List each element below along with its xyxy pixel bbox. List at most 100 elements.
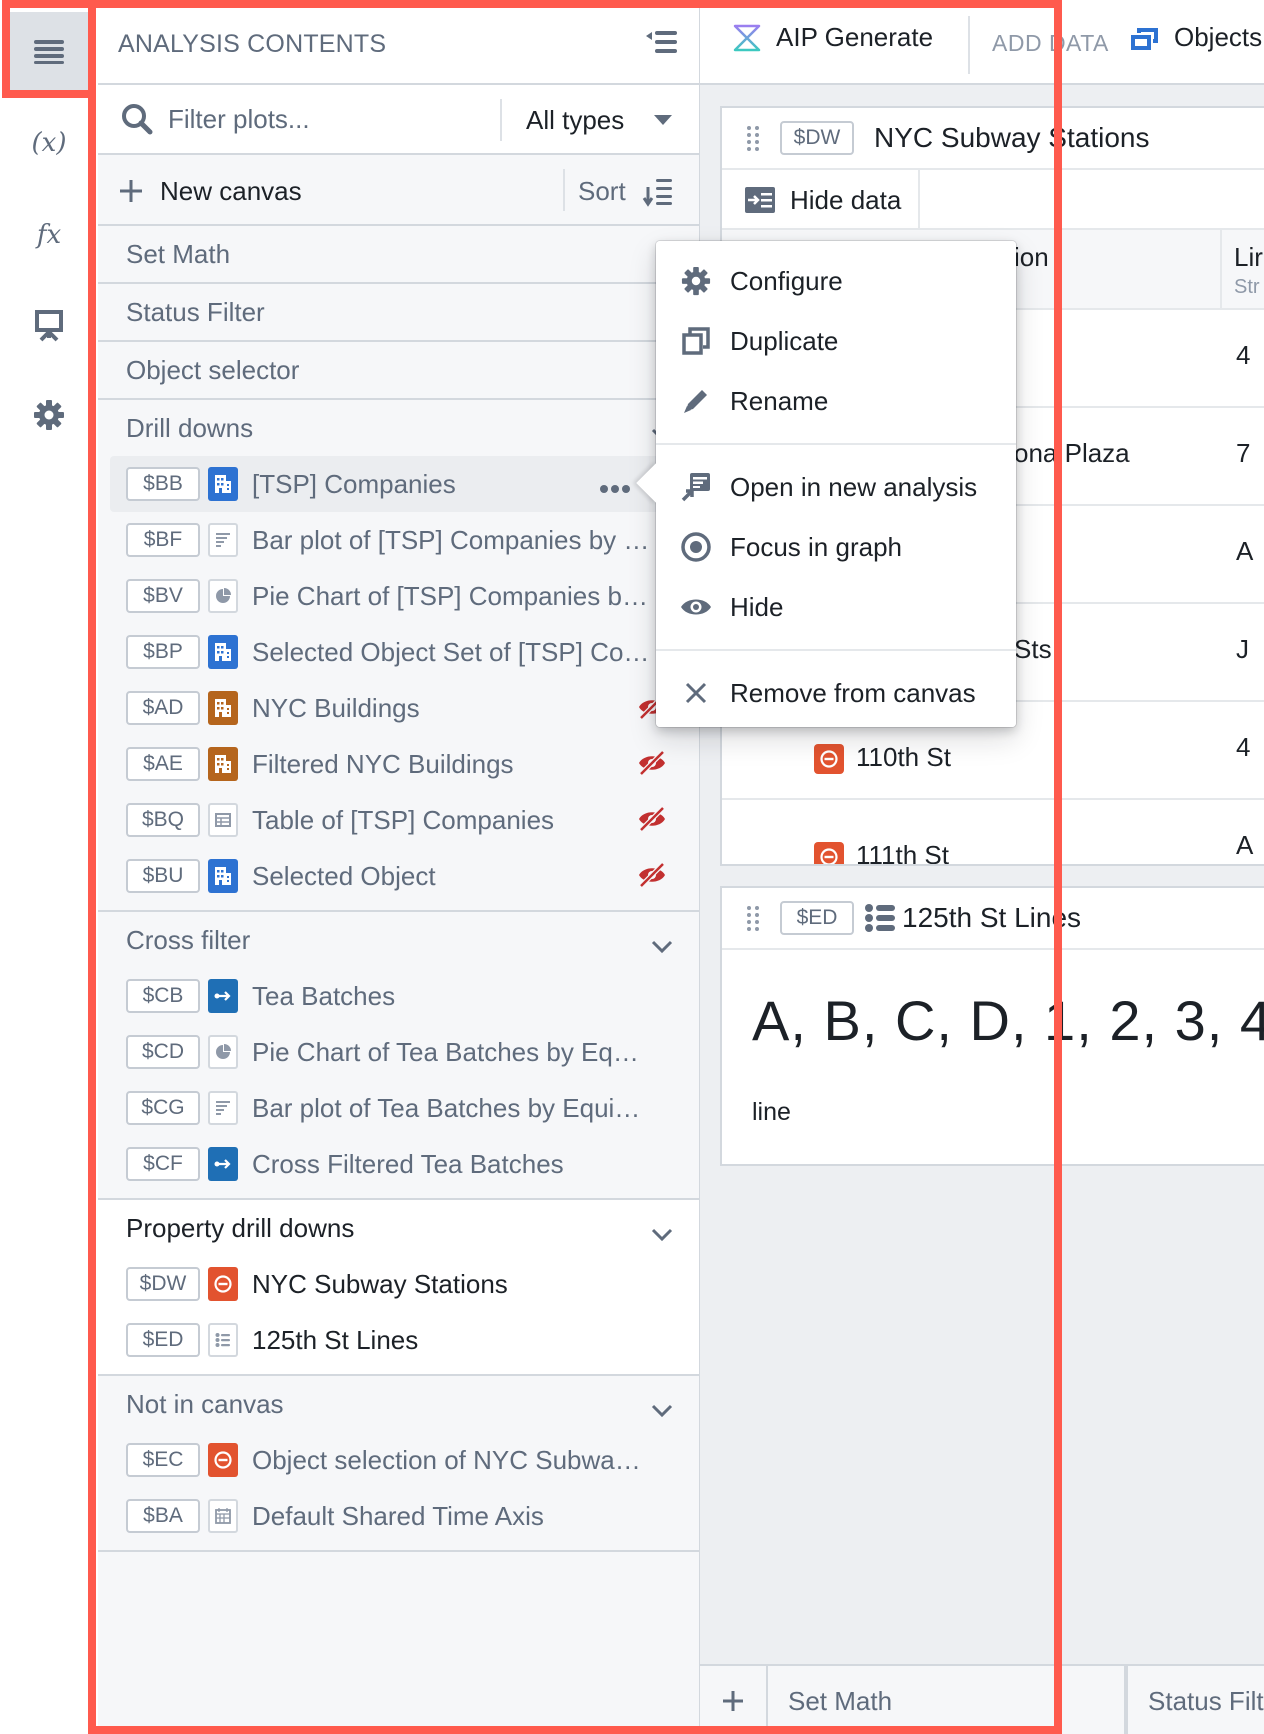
- subway-station-icon: [208, 1443, 238, 1477]
- item-label: Filtered NYC Buildings: [252, 748, 514, 779]
- collapse-panel-button[interactable]: [645, 28, 679, 61]
- drag-handle-icon[interactable]: [746, 905, 760, 931]
- more-horizontal-icon[interactable]: [599, 484, 631, 494]
- filter-plots-input[interactable]: [168, 97, 488, 141]
- variables-button[interactable]: (x): [10, 104, 88, 182]
- chevron-down-icon[interactable]: [651, 1404, 673, 1418]
- section-header[interactable]: Set Math: [98, 226, 699, 282]
- section-header[interactable]: Not in canvas: [98, 1376, 699, 1432]
- list-item[interactable]: $AD NYC Buildings: [110, 680, 687, 736]
- list-item[interactable]: $CD Pie Chart of Tea Batches by Equi…: [110, 1024, 687, 1080]
- list-item[interactable]: $CF Cross Filtered Tea Batches: [110, 1136, 687, 1192]
- drag-handle-icon[interactable]: [746, 125, 760, 151]
- eye-off-icon[interactable]: [637, 750, 667, 783]
- link-arrow-icon: [208, 1147, 238, 1181]
- menu-item-focus-in-graph[interactable]: Focus in graph: [656, 517, 1016, 577]
- aip-generate-button[interactable]: AIP Generate: [732, 22, 933, 53]
- object-set-icon: [208, 859, 238, 893]
- section-title: Property drill downs: [126, 1212, 355, 1243]
- table-row[interactable]: 111th St A: [722, 800, 1264, 866]
- divider: [968, 16, 970, 74]
- objects-button[interactable]: Objects: [1130, 22, 1262, 53]
- presentation-button[interactable]: [10, 286, 88, 364]
- settings-button[interactable]: [10, 376, 88, 454]
- object-set-icon: [208, 635, 238, 669]
- plot-id-tag: $BU: [126, 859, 200, 893]
- list-item[interactable]: $BQ Table of [TSP] Companies: [110, 792, 687, 848]
- add-canvas-tab-button[interactable]: [700, 1666, 768, 1734]
- hide-data-button[interactable]: Hide data: [722, 170, 920, 230]
- list-item[interactable]: $DW NYC Subway Stations: [110, 1256, 687, 1312]
- section-title: Status Filter: [126, 296, 265, 327]
- tab-label: Set Math: [788, 1685, 893, 1716]
- section-header[interactable]: Cross filter: [98, 912, 699, 968]
- card-header: $DW NYC Subway Stations: [722, 108, 1264, 170]
- link-arrow-icon: [208, 979, 238, 1013]
- search-icon: [122, 104, 153, 135]
- collapse-list-icon: [646, 31, 677, 53]
- menu-item-rename[interactable]: Rename: [656, 371, 1016, 431]
- section-header[interactable]: Object selector: [98, 342, 699, 398]
- menu-list: Configure Duplicate Rename Open in new anal…: [656, 241, 1016, 727]
- section-header[interactable]: Property drill downs: [98, 1200, 699, 1256]
- lines-cell: 7: [1236, 438, 1251, 468]
- list-item[interactable]: $BU Selected Object: [110, 848, 687, 904]
- station-name-cell: Sts: [1014, 634, 1052, 665]
- menu-item-remove-from-canvas[interactable]: Remove from canvas: [656, 663, 1016, 723]
- list-item[interactable]: $CB Tea Batches: [110, 968, 687, 1024]
- station-name-cell: ona Plaza: [1014, 438, 1130, 469]
- new-canvas-button[interactable]: New canvas: [118, 169, 302, 213]
- canvas-tabs: Set Math Status Filt: [700, 1664, 1264, 1734]
- functions-button[interactable]: fx: [10, 196, 88, 274]
- list-item[interactable]: $BA Default Shared Time Axis: [110, 1488, 687, 1544]
- item-label: Cross Filtered Tea Batches: [252, 1148, 564, 1179]
- eye-off-icon[interactable]: [637, 806, 667, 839]
- section-header[interactable]: Status Filter: [98, 284, 699, 340]
- section-items: $DW NYC Subway Stations $ED 125th St Lines: [98, 1256, 699, 1374]
- eye-off-icon[interactable]: [637, 862, 667, 895]
- list-item[interactable]: $BP Selected Object Set of [TSP] Co…: [110, 624, 687, 680]
- section-collapse-toggle[interactable]: [651, 1218, 673, 1249]
- menu-item-configure[interactable]: Configure: [656, 251, 1016, 311]
- list-item[interactable]: $EC Object selection of NYC Subway…: [110, 1432, 687, 1488]
- tab-status-filter[interactable]: Status Filt: [1126, 1666, 1264, 1734]
- section-collapse-toggle[interactable]: [651, 930, 673, 961]
- sort-button[interactable]: Sort: [578, 169, 674, 213]
- column-divider[interactable]: [1220, 230, 1222, 308]
- column-header-lines[interactable]: Lir: [1234, 242, 1263, 273]
- add-data-label: ADD DATA: [992, 30, 1109, 56]
- contents-menu-button[interactable]: [10, 12, 88, 90]
- station-name: 110th St: [856, 742, 951, 772]
- list-item[interactable]: $BV Pie Chart of [TSP] Companies b…: [110, 568, 687, 624]
- type-filter-select[interactable]: All types: [526, 97, 686, 143]
- plot-id-tag: $BP: [126, 635, 200, 669]
- item-options-button[interactable]: [599, 470, 631, 501]
- column-divider: [1220, 408, 1222, 504]
- list-item[interactable]: $AE Filtered NYC Buildings: [110, 736, 687, 792]
- pie-chart-icon: [208, 1035, 238, 1069]
- column-header-name[interactable]: ion: [1014, 242, 1049, 273]
- subway-station-icon: [814, 744, 844, 775]
- list-item[interactable]: $CG Bar plot of Tea Batches by Equi…: [110, 1080, 687, 1136]
- lines-caption: line: [752, 1098, 791, 1126]
- list-icon: [208, 1323, 238, 1357]
- section-collapse-toggle[interactable]: [651, 1394, 673, 1425]
- tab-set-math[interactable]: Set Math: [768, 1666, 1126, 1734]
- canvas-actions-row: New canvas Sort: [98, 155, 699, 226]
- chevron-down-icon[interactable]: [651, 940, 673, 954]
- plot-id-tag: $BV: [126, 579, 200, 613]
- section-title: Cross filter: [126, 924, 251, 955]
- menu-item-duplicate[interactable]: Duplicate: [656, 311, 1016, 371]
- chevron-down-icon[interactable]: [651, 1228, 673, 1242]
- menu-item-open-in-new-analysis[interactable]: Open in new analysis: [656, 457, 1016, 517]
- section-cross-filter: Cross filter $CB Tea Batches $CD Pie Chart o…: [98, 912, 699, 1200]
- menu-item-hide[interactable]: Hide: [656, 577, 1016, 637]
- plot-id-tag: $BQ: [126, 803, 200, 837]
- list-item[interactable]: $BF Bar plot of [TSP] Companies by …: [110, 512, 687, 568]
- object-set-icon: [208, 467, 238, 501]
- station-name: 111th St: [856, 840, 949, 866]
- list-item[interactable]: $ED 125th St Lines: [110, 1312, 687, 1368]
- card-title: NYC Subway Stations: [874, 122, 1150, 153]
- section-header[interactable]: Drill downs: [98, 400, 699, 456]
- list-item[interactable]: $BB [TSP] Companies: [110, 456, 687, 512]
